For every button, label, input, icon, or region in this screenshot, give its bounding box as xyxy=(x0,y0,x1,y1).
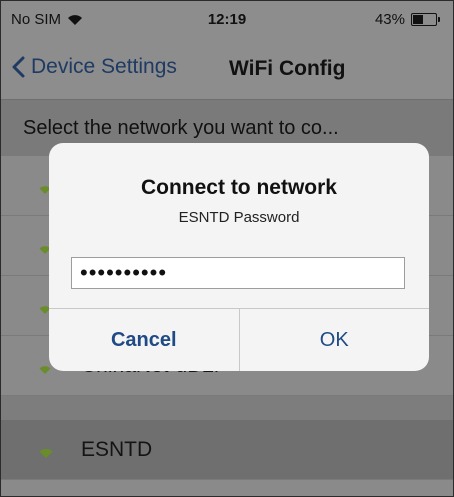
page-title: WiFi Config xyxy=(229,57,346,80)
password-field[interactable]: •••••••••• xyxy=(71,257,405,289)
network-name: ESNTD xyxy=(81,438,153,461)
back-button[interactable]: Device Settings xyxy=(11,55,177,79)
ok-button[interactable]: OK xyxy=(240,309,430,371)
dialog-title: Connect to network xyxy=(140,176,337,199)
cancel-button[interactable]: Cancel xyxy=(49,309,240,371)
connect-dialog: Connect to network ESNTD Password ••••••… xyxy=(49,143,429,371)
network-row-selected[interactable]: ESNTD xyxy=(1,420,453,480)
navigation-bar: Device Settings WiFi Config xyxy=(1,39,453,100)
chevron-left-icon xyxy=(12,56,25,78)
back-label: Device Settings xyxy=(31,55,177,78)
status-bar: No SIM 12:19 43% xyxy=(1,1,453,39)
phone-screen: No SIM 12:19 43% Device Settings WiFi Co… xyxy=(0,0,454,497)
dialog-message: ESNTD Password xyxy=(178,209,300,226)
wifi-icon xyxy=(39,446,53,464)
list-separator xyxy=(1,396,453,420)
battery-percent: 43% xyxy=(374,11,405,28)
battery-icon xyxy=(411,13,440,26)
dialog-buttons: Cancel OK xyxy=(49,308,429,371)
